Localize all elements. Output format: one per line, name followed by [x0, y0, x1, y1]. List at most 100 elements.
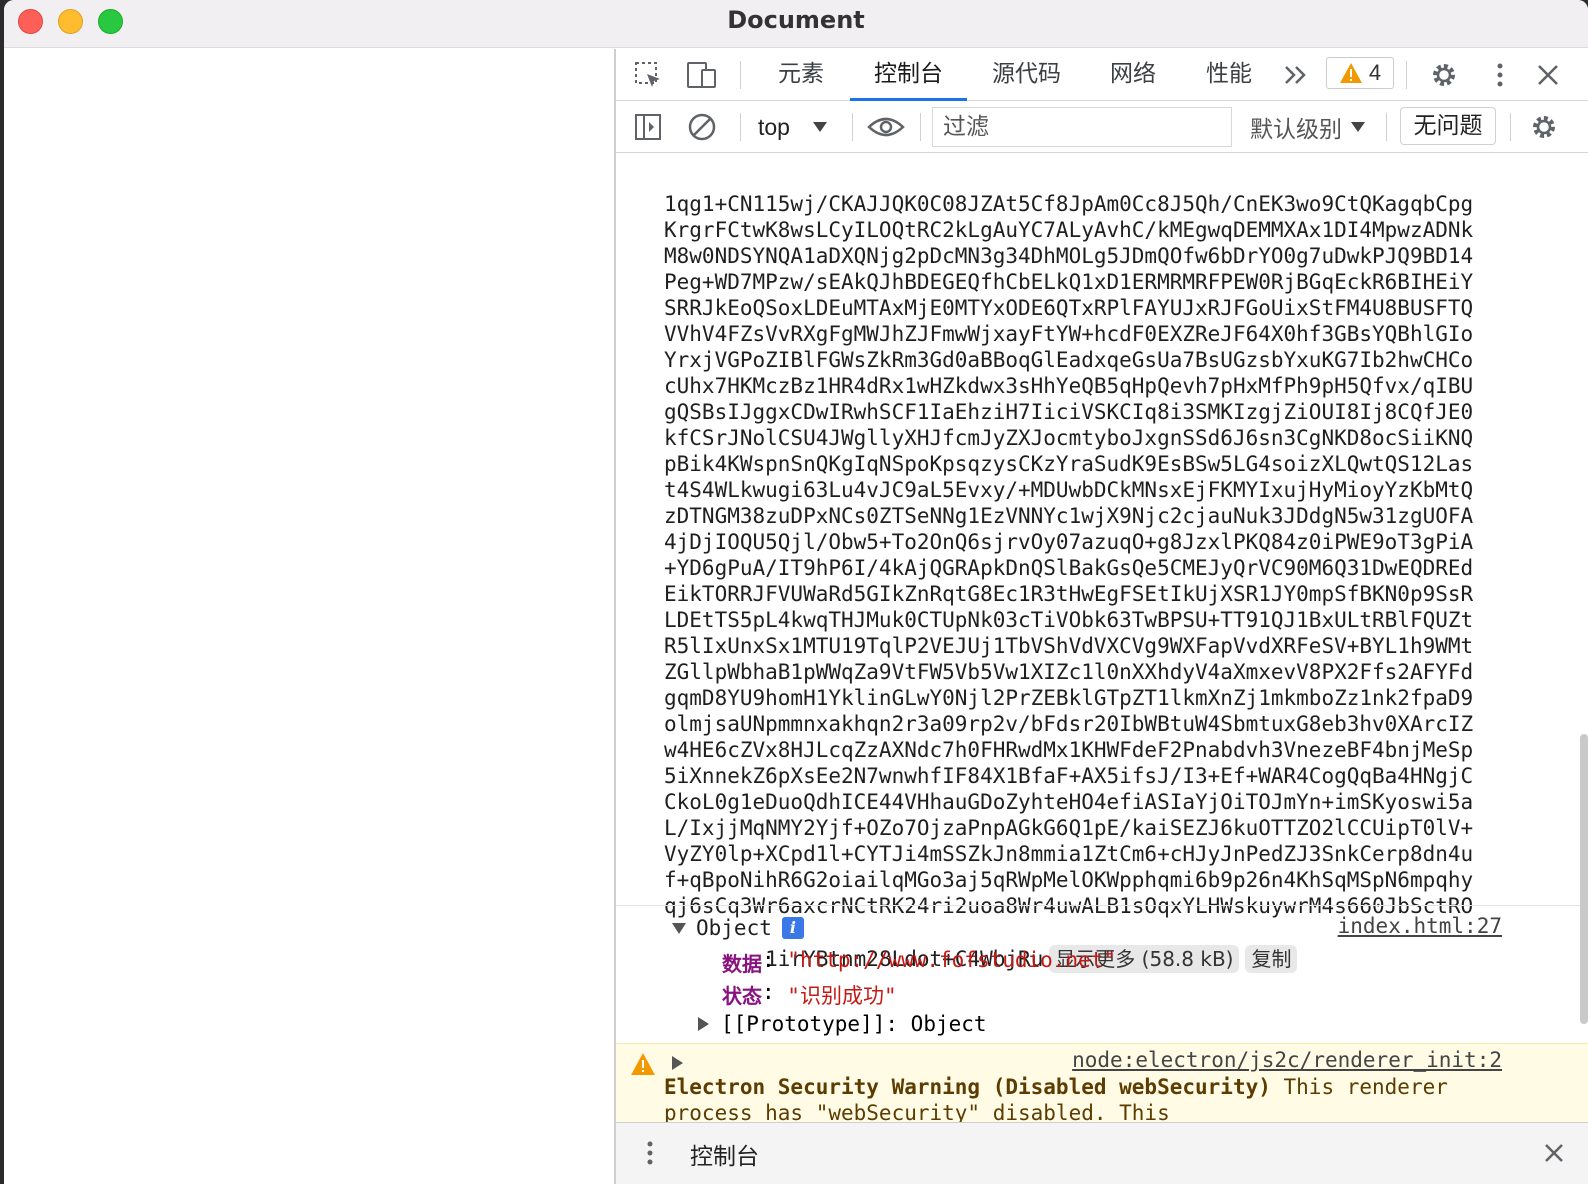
- device-toolbar-icon[interactable]: [686, 59, 718, 91]
- base64-line: kfCSrJNolCSU4JWgllyXHJfcmJyZXJocmtyboJxg…: [664, 426, 1474, 450]
- console-message-base64: 1qg1+CN115wj/CKAJJQK0C08JZAt5Cf8JpAm0Cc8…: [664, 154, 1514, 999]
- prototype-key: [[Prototype]]: [721, 1012, 886, 1036]
- warning-message: Electron Security Warning (Disabled webS…: [664, 1074, 1524, 1122]
- filter-input[interactable]: 过滤: [932, 107, 1232, 147]
- title-bar: Document: [4, 0, 1588, 48]
- tab-sources[interactable]: 源代码: [992, 49, 1061, 101]
- app-window: Document 元素 控制台 源代码 网络 性能 4 top 过滤 默认级别 …: [4, 0, 1588, 1184]
- base64-text: 1qg1+CN115wj/CKAJJQK0C08JZAt5Cf8JpAm0Cc8…: [664, 191, 1514, 919]
- prototype-value: Object: [910, 1012, 987, 1036]
- settings-gear-icon[interactable]: [1428, 59, 1460, 91]
- base64-line: ZGllpWbhaB1pWWqZa9VtFW5Vb5Vw1XIZc1l0nXXh…: [664, 660, 1474, 684]
- base64-line: f+qBpoNihR6G2oiailqMGo3aj5qRWpMelOKWpphq…: [664, 868, 1474, 892]
- prototype-entry: [[Prototype]]: Object: [721, 1012, 987, 1036]
- console-scrollbar[interactable]: [1580, 734, 1588, 1024]
- log-levels-label: 默认级别: [1250, 117, 1342, 143]
- base64-line: R5lIxUnxSx1MTU19TqlP2VEJUj1TbVShVdVXCVg9…: [664, 634, 1474, 658]
- tab-performance[interactable]: 性能: [1206, 49, 1252, 101]
- warning-title: Electron Security Warning (Disabled webS…: [664, 1075, 1271, 1099]
- object-label: Object: [696, 916, 772, 940]
- close-devtools-icon[interactable]: [1532, 59, 1564, 91]
- drawer-tab-console[interactable]: 控制台: [690, 1137, 759, 1171]
- base64-line: zDTNGM38zuDPxNCs0ZTSeNNg1EzVNNYc1wjX9Njc…: [664, 504, 1474, 528]
- drawer-menu-icon[interactable]: [634, 1137, 666, 1169]
- base64-line: w4HE6cZVx8HJLcqZzAXNdc7h0FHRwdMx1KHWFdeF…: [664, 738, 1474, 762]
- clear-console-icon[interactable]: [686, 111, 718, 143]
- base64-line: t4S4WLkwugi63Lu4vJC9aL5Evxy/+MDUwbDCkMNs…: [664, 478, 1474, 502]
- source-link[interactable]: index.html:27: [1338, 914, 1502, 938]
- chevron-down-icon: [1351, 122, 1365, 132]
- warning-icon: [1339, 63, 1362, 83]
- separator: [1406, 61, 1407, 89]
- base64-line: pBik4KWspnSnQKgIqNSpoKpsqzysCKzYraSudK9E…: [664, 452, 1474, 476]
- expand-arrow-icon: [672, 922, 686, 934]
- expand-arrow-icon: [698, 1017, 709, 1031]
- devtools-tabbar: 元素 控制台 源代码 网络 性能 4: [616, 49, 1588, 101]
- devtools-panel: 元素 控制台 源代码 网络 性能 4 top 过滤 默认级别 无问题 1qg1+…: [616, 49, 1588, 1184]
- window-title: Document: [727, 6, 865, 34]
- object-property: 数据: "http://www.fofstudio.net": [722, 948, 1116, 977]
- colon: :: [762, 980, 788, 1004]
- separator: [852, 113, 853, 141]
- colon: :: [762, 948, 788, 972]
- base64-line: L/IxjjMqNMY2Yjf+OZo7OjzaPnpAGkG6Q1pE/kai…: [664, 816, 1474, 840]
- property-value: "http://www.fofstudio.net": [787, 948, 1117, 972]
- base64-line: SRRJkEoQSoxLDEuMTAxMjE0MTYxODE6QTxRPlFAY…: [664, 296, 1474, 320]
- base64-line: 1qg1+CN115wj/CKAJJQK0C08JZAt5Cf8JpAm0Cc8…: [664, 192, 1474, 216]
- base64-line: gqmD8YU9homH1YklinGLwY0Njl2PrZEBklGTpZT1…: [664, 686, 1474, 710]
- tab-elements[interactable]: 元素: [778, 49, 824, 101]
- console-settings-gear-icon[interactable]: [1528, 111, 1560, 143]
- property-key: 状态: [722, 984, 762, 1008]
- message-divider: [616, 905, 1588, 906]
- drawer-bar: 控制台: [616, 1122, 1588, 1184]
- base64-line: +YD6gPuA/IT9hP6I/4kAjQGRApkDnQSlBakGsQe5…: [664, 556, 1474, 580]
- base64-line: Peg+WD7MPzw/sEAkQJhBDEGEQfhCbELkQ1xD1ERM…: [664, 270, 1474, 294]
- live-expression-eye-icon[interactable]: [866, 111, 906, 143]
- log-levels-dropdown[interactable]: 默认级别: [1250, 109, 1366, 145]
- kebab-menu-icon[interactable]: [1484, 59, 1516, 91]
- console-output: 1qg1+CN115wj/CKAJJQK0C08JZAt5Cf8JpAm0Cc8…: [616, 154, 1588, 1122]
- chevron-down-icon: [812, 122, 827, 132]
- console-message-warning: node:electron/js2c/renderer_init:2 Elect…: [616, 1043, 1588, 1122]
- base64-line: YrxjVGPoZIBlFGWsZkRm3Gd0aBBoqGlEadxqeGsU…: [664, 348, 1474, 372]
- separator: [920, 113, 921, 141]
- object-property: 状态: "识别成功": [722, 980, 897, 1010]
- warning-icon: [630, 1052, 656, 1081]
- info-icon[interactable]: i: [781, 917, 804, 939]
- sidebar-toggle-icon[interactable]: [632, 111, 664, 143]
- base64-line: cUhx7HKMczBz1HR4dRx1wHZkdwx3sHhYeQB5qHpQ…: [664, 374, 1474, 398]
- prototype-row[interactable]: [[Prototype]]: Object: [698, 1012, 987, 1036]
- close-drawer-icon[interactable]: [1538, 1137, 1570, 1169]
- warnings-count: 4: [1368, 60, 1382, 85]
- base64-line: gQSBsIJggxCDwIRwhSCF1IaEhziH7IiciVSKCIq8…: [664, 400, 1474, 424]
- expand-arrow-icon[interactable]: [672, 1056, 683, 1070]
- base64-line: 4jDjIOQU5Qjl/Obw5+To2OnQ6sjrvOy07azuqO+g…: [664, 530, 1474, 554]
- console-toolbar: top 过滤 默认级别 无问题: [616, 101, 1588, 153]
- warning-source-link[interactable]: node:electron/js2c/renderer_init:2: [1072, 1048, 1502, 1072]
- property-value: "识别成功": [787, 984, 897, 1008]
- base64-line: LDEtTS5pL4kwqTHJMuk0CTUpNk03cTiVObk63TwB…: [664, 608, 1474, 632]
- base64-line: VyZY0lp+XCpd1l+CYTJi4mSSZkJn8mmia1ZtCm6+…: [664, 842, 1474, 866]
- separator: [740, 113, 741, 141]
- separator: [1386, 113, 1387, 141]
- property-key: 数据: [722, 952, 762, 976]
- base64-line: KrgrFCtwK8wsLCyILOQtRC2kLgAuYC7ALyAvhC/k…: [664, 218, 1474, 242]
- tab-network[interactable]: 网络: [1110, 49, 1156, 101]
- base64-line: CkoL0g1eDuoQdhICE44VHhauGDoZyhteHO4efiAS…: [664, 790, 1474, 814]
- context-selector[interactable]: top: [758, 109, 828, 145]
- base64-line: olmjsaUNpmmnxakhqn2r3a09rp2v/bFdsr20IbWB…: [664, 712, 1474, 736]
- page-content: [4, 49, 614, 1184]
- console-message-object: Object i index.html:27 数据: "http://www.f…: [616, 908, 1588, 1040]
- object-toggle[interactable]: Object i: [672, 916, 804, 940]
- context-label: top: [758, 113, 790, 140]
- tab-console[interactable]: 控制台: [850, 49, 967, 101]
- base64-line: VVhV4FZsVvRXgFgMWJhZJFmwWjxayFtYW+hcdF0E…: [664, 322, 1474, 346]
- warnings-count-badge[interactable]: 4: [1326, 57, 1394, 89]
- issues-button[interactable]: 无问题: [1400, 107, 1496, 145]
- more-tabs-icon[interactable]: [1280, 59, 1312, 91]
- base64-line: M8w0NDSYNQA1aDXQNjg2pDcMN3g34DhMOLg5JDmQ…: [664, 244, 1474, 268]
- base64-line: EikTORRJFVUWaRd5GIkZnRqtG8Ec1R3tHwEgFSEt…: [664, 582, 1474, 606]
- base64-line: 5iXnnekZ6pXsEe2N7wnwhfIF84X1BfaF+AX5ifsJ…: [664, 764, 1474, 788]
- inspect-element-icon[interactable]: [632, 59, 664, 91]
- separator: [1510, 113, 1511, 141]
